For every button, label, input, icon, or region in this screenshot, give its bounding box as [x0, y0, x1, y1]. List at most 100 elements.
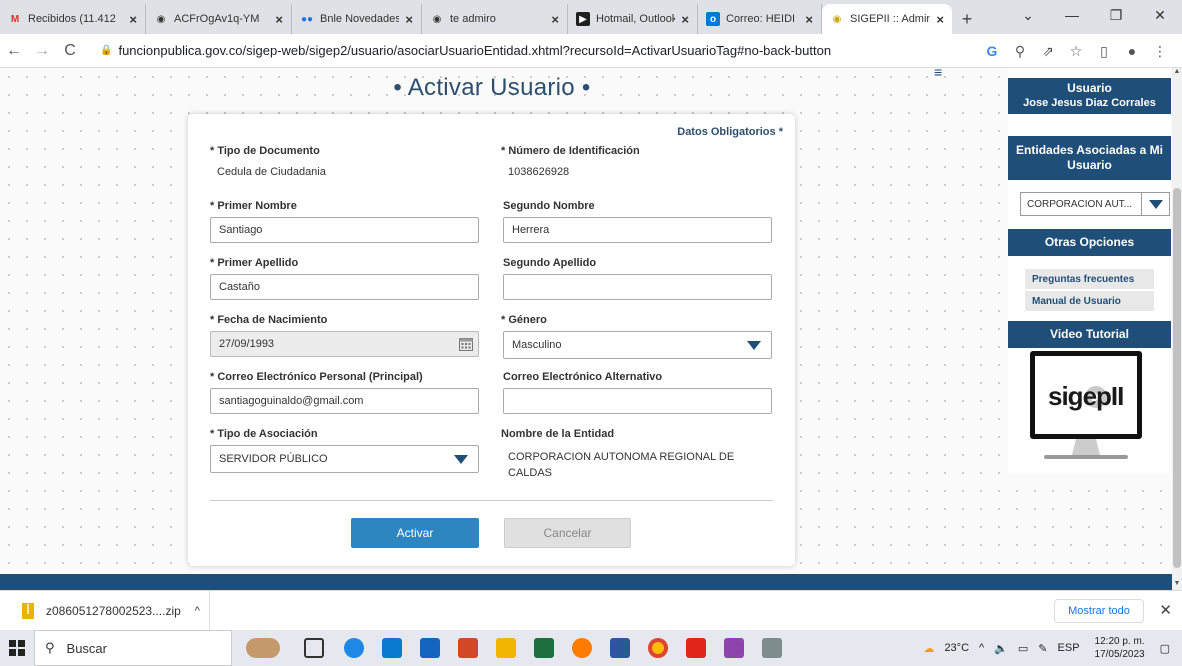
page-scrollbar[interactable]: ▲ ▼ — [1172, 68, 1182, 590]
reload-button[interactable]: C — [56, 42, 84, 60]
firefox-icon[interactable] — [572, 638, 592, 658]
language-indicator[interactable]: ESP — [1058, 642, 1080, 654]
bnle-icon: ●● — [300, 13, 314, 25]
show-all-button[interactable]: Mostrar todo — [1054, 599, 1144, 623]
activar-button[interactable]: Activar — [351, 518, 479, 548]
user-panel: Usuario Jose Jesus Diaz Corrales — [1008, 78, 1171, 114]
url-field[interactable]: 🔒 funcionpublica.gov.co/sigep-web/sigep2… — [90, 38, 958, 64]
network-icon[interactable]: ▭ — [1018, 642, 1028, 655]
excel-icon[interactable] — [534, 638, 554, 658]
close-icon[interactable]: × — [129, 12, 137, 27]
volume-icon[interactable]: 🔈 — [994, 642, 1008, 655]
store-icon[interactable] — [382, 638, 402, 658]
tab-acfr[interactable]: ◉ ACFrOgAv1q-YM × — [146, 4, 292, 34]
taskbar-search[interactable]: ⚲ Buscar — [34, 630, 232, 666]
primer-apellido-input[interactable]: Castaño — [210, 274, 479, 300]
chevron-down-icon[interactable]: ⌄ — [1006, 0, 1050, 30]
value-tipo-documento: Cedula de Ciudadania — [217, 166, 326, 178]
close-icon[interactable]: × — [805, 12, 813, 27]
mail-icon[interactable] — [420, 638, 440, 658]
correo-personal-input[interactable]: santiagoguinaldo@gmail.com — [210, 388, 479, 414]
chevron-up-icon[interactable]: ^ — [195, 605, 200, 617]
close-icon[interactable]: × — [936, 12, 944, 27]
link-preguntas-frecuentes[interactable]: Preguntas frecuentes — [1025, 269, 1154, 289]
windows-taskbar: ⚲ Buscar ☁ 23°C ^ 🔈 ▭ ✎ ESP 12:20 p. m. … — [0, 630, 1182, 666]
chevron-down-icon[interactable] — [444, 446, 478, 472]
genero-select[interactable]: Masculino — [503, 331, 772, 359]
weather-scene-icon[interactable] — [246, 638, 280, 658]
acrobat-icon[interactable] — [686, 638, 706, 658]
label-genero: * Género — [501, 314, 547, 326]
weather-icon[interactable]: ☁ — [923, 642, 934, 655]
tab-hotmail[interactable]: ▶ Hotmail, Outlook × — [568, 4, 698, 34]
chevron-up-icon[interactable]: ^ — [979, 642, 984, 654]
notification-icon[interactable]: ▢ — [1160, 642, 1170, 655]
google-icon[interactable]: G — [978, 43, 1006, 59]
scroll-up-icon[interactable]: ▲ — [1172, 68, 1182, 78]
file-explorer-icon[interactable] — [496, 638, 516, 658]
cancelar-button[interactable]: Cancelar — [504, 518, 631, 548]
restore-button[interactable]: ❐ — [1094, 0, 1138, 30]
window-controls: ⌄ — ❐ ✕ — [1006, 0, 1182, 30]
label-segundo-nombre: Segundo Nombre — [503, 200, 595, 212]
close-window-button[interactable]: ✕ — [1138, 0, 1182, 30]
tab-te-admiro[interactable]: ◉ te admiro × — [422, 4, 568, 34]
tab-bnle[interactable]: ●● Bnle Novedades × — [292, 4, 422, 34]
entidad-select[interactable]: CORPORACION AUT... — [1020, 192, 1170, 216]
chevron-down-icon[interactable] — [737, 332, 771, 358]
primer-nombre-input[interactable]: Santiago — [210, 217, 479, 243]
scroll-down-icon[interactable]: ▼ — [1172, 580, 1182, 590]
page-title: • Activar Usuario • — [393, 74, 591, 101]
windows-start-icon[interactable] — [0, 630, 34, 666]
new-tab-button[interactable]: + — [952, 4, 982, 34]
close-icon[interactable]: × — [681, 12, 689, 27]
segundo-apellido-input[interactable] — [503, 274, 772, 300]
tab-gmail[interactable]: M Recibidos (11.412 × — [0, 4, 146, 34]
side-panel-icon[interactable]: ▯ — [1090, 43, 1118, 60]
download-item[interactable]: z086051278002523....zip ^ — [0, 590, 210, 631]
share-icon[interactable]: ⇗ — [1034, 43, 1062, 60]
calendar-icon[interactable] — [458, 336, 474, 352]
close-icon[interactable]: ✕ — [1159, 601, 1172, 619]
back-button[interactable]: ← — [0, 42, 28, 60]
segundo-nombre-input[interactable]: Herrera — [503, 217, 772, 243]
activate-user-form: Datos Obligatorios * * Tipo de Documento… — [188, 114, 795, 566]
powerpoint-icon[interactable] — [458, 638, 478, 658]
forward-button[interactable]: → — [28, 42, 56, 60]
fecha-nacimiento-input[interactable]: 27/09/1993 — [210, 331, 479, 357]
word-icon[interactable] — [610, 638, 630, 658]
temperature[interactable]: 23°C — [944, 642, 969, 654]
tab-correo[interactable]: o Correo: HEIDI MA × — [698, 4, 822, 34]
tipo-asociacion-select[interactable]: SERVIDOR PÚBLICO — [210, 445, 479, 473]
search-icon: ⚲ — [45, 640, 55, 655]
profile-avatar[interactable]: ● — [1118, 43, 1146, 59]
minimize-button[interactable]: — — [1050, 0, 1094, 30]
msn-icon: ▶ — [576, 12, 590, 26]
globe-icon: ◉ — [156, 13, 166, 25]
hamburger-icon[interactable]: ≡ — [934, 68, 942, 80]
task-view-icon[interactable] — [304, 638, 324, 658]
bookmark-star-icon[interactable]: ☆ — [1062, 43, 1090, 60]
clock[interactable]: 12:20 p. m. 17/05/2023 — [1090, 635, 1150, 661]
close-icon[interactable]: × — [405, 12, 413, 27]
menu-dots-icon[interactable]: ⋮ — [1146, 43, 1174, 60]
label-fecha-nacimiento: * Fecha de Nacimiento — [210, 314, 328, 326]
label-tipo-asociacion: * Tipo de Asociación — [210, 428, 318, 440]
label-nombre-entidad: Nombre de la Entidad — [501, 428, 615, 440]
tab-sigepii[interactable]: ◉ SIGEPII :: Admini × — [822, 4, 952, 34]
app-icon[interactable] — [762, 638, 782, 658]
video-tutorial-thumbnail[interactable]: sigepII — [1024, 351, 1148, 463]
chevron-down-icon[interactable] — [1141, 193, 1169, 215]
pen-icon[interactable]: ✎ — [1038, 642, 1047, 655]
link-manual-usuario[interactable]: Manual de Usuario — [1025, 291, 1154, 311]
zoom-icon[interactable]: ⚲ — [1006, 43, 1034, 60]
scrollbar-thumb[interactable] — [1173, 188, 1181, 568]
close-icon[interactable]: × — [551, 12, 559, 27]
correo-alternativo-input[interactable] — [503, 388, 772, 414]
edge-icon[interactable] — [344, 638, 364, 658]
chrome-icon[interactable] — [648, 638, 668, 658]
video-tutorial-header: Video Tutorial — [1008, 321, 1171, 348]
entidades-header: Entidades Asociadas a Mi Usuario — [1008, 136, 1171, 180]
app-icon[interactable] — [724, 638, 744, 658]
close-icon[interactable]: × — [275, 12, 283, 27]
